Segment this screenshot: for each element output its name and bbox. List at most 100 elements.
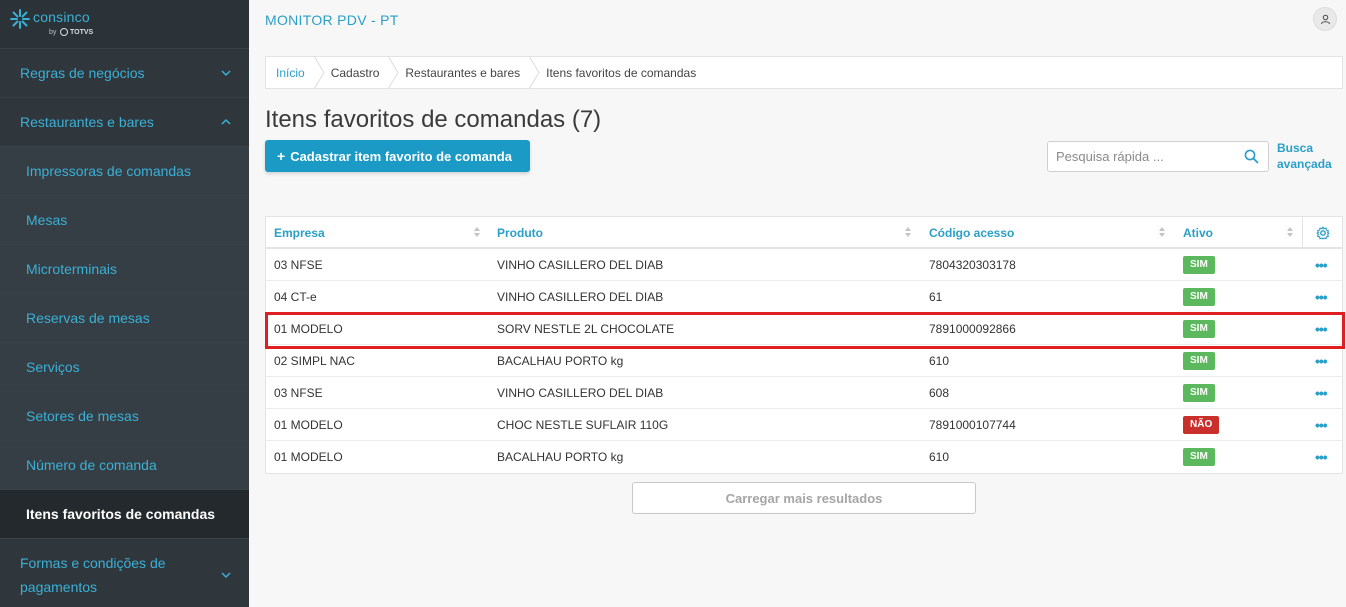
column-label: Código acesso — [929, 226, 1015, 240]
sidebar-item-label: Reservas de mesas — [26, 310, 150, 326]
table-header: Empresa Produto Código acesso Ativo — [266, 217, 1342, 249]
cell-codigo-acesso: 7891000092866 — [929, 322, 1016, 336]
sidebar-item-microterminais[interactable]: Microterminais — [0, 244, 249, 293]
sidebar-item-label: Restaurantes e bares — [20, 114, 154, 130]
row-actions-menu-icon[interactable]: ••• — [1315, 321, 1328, 337]
row-actions-menu-icon[interactable]: ••• — [1315, 257, 1328, 273]
add-button-label: Cadastrar item favorito de comanda — [290, 148, 512, 164]
row-actions-menu-icon[interactable]: ••• — [1315, 417, 1328, 433]
sidebar-item-label: Itens favoritos de comandas — [26, 506, 216, 522]
sidebar-item-servicos[interactable]: Serviços — [0, 342, 249, 391]
user-icon — [1320, 14, 1330, 24]
status-badge: NÃO — [1183, 416, 1220, 434]
sidebar-item-label: Mesas — [26, 212, 68, 228]
cell-ativo: SIM — [1183, 441, 1215, 473]
cell-empresa: 04 CT-e — [274, 290, 317, 304]
cell-empresa: 01 MODELO — [274, 322, 343, 336]
sort-icon[interactable] — [1158, 226, 1166, 238]
status-badge: SIM — [1183, 448, 1215, 466]
cell-produto: VINHO CASILLERO DEL DIAB — [497, 386, 664, 400]
cell-produto: VINHO CASILLERO DEL DIAB — [497, 290, 664, 304]
totvs-label: TOTVS — [70, 28, 94, 36]
sort-icon[interactable] — [1286, 226, 1294, 238]
breadcrumb-label: Itens favoritos de comandas — [546, 65, 697, 80]
cell-ativo: SIM — [1183, 249, 1215, 281]
sidebar-item-label: Impressoras de comandas — [26, 163, 191, 179]
cell-codigo-acesso: 7804320303178 — [929, 258, 1016, 272]
sidebar-item-label: Setores de mesas — [26, 408, 139, 424]
breadcrumb-inicio[interactable]: Início — [266, 56, 325, 89]
breadcrumb-label: Início — [276, 65, 305, 80]
consinco-logo[interactable]: consinco by TOTVS — [0, 0, 249, 48]
search-input[interactable] — [1056, 149, 1236, 164]
main-content: MONITOR PDV - PT Início Cadastro Restaur… — [249, 0, 1346, 607]
column-header-codigo-acesso[interactable]: Código acesso — [929, 217, 1014, 249]
chevron-down-icon — [221, 70, 231, 77]
sidebar-item-itens-favoritos-de-comandas[interactable]: Itens favoritos de comandas — [0, 489, 249, 538]
table-row[interactable]: 01 MODELO SORV NESTLE 2L CHOCOLATE 7891000… — [265, 312, 1345, 349]
sidebar-item-mesas[interactable]: Mesas — [0, 195, 249, 244]
status-badge: SIM — [1183, 384, 1215, 402]
sidebar-item-restaurantes-e-bares[interactable]: Restaurantes e bares — [0, 97, 249, 146]
row-actions-menu-icon[interactable]: ••• — [1315, 289, 1328, 305]
status-badge: SIM — [1183, 256, 1215, 274]
row-actions-menu-icon[interactable]: ••• — [1315, 353, 1328, 369]
user-avatar-button[interactable] — [1313, 7, 1337, 31]
consinco-logo-icon — [10, 9, 30, 29]
sidebar-item-formas-e-condicoes-de-pagamentos[interactable]: Formas e condições de pagamentos — [0, 538, 249, 607]
table-row[interactable]: 03 NFSE VINHO CASILLERO DEL DIAB 780432030… — [266, 249, 1342, 281]
add-favorite-item-button[interactable]: + Cadastrar item favorito de comanda — [265, 140, 530, 172]
breadcrumb-itens-favoritos: Itens favoritos de comandas — [534, 57, 710, 88]
cell-empresa: 01 MODELO — [274, 418, 343, 432]
sort-icon[interactable] — [904, 226, 912, 238]
sidebar-item-impressoras-de-comandas[interactable]: Impressoras de comandas — [0, 146, 249, 195]
table-row[interactable]: 01 MODELO CHOC NESTLE SUFLAIR 110G 7891000… — [266, 409, 1342, 441]
cell-produto: BACALHAU PORTO kg — [497, 450, 624, 464]
brand-by: by — [49, 29, 57, 36]
table-row[interactable]: 04 CT-e VINHO CASILLERO DEL DIAB 61 SIM ••• — [266, 281, 1342, 313]
sidebar-item-setores-de-mesas[interactable]: Setores de mesas — [0, 391, 249, 440]
cell-ativo: SIM — [1183, 281, 1215, 313]
sidebar-item-numero-de-comanda[interactable]: Número de comanda — [0, 440, 249, 489]
table-settings-button[interactable] — [1302, 217, 1343, 249]
sidebar-item-label: Regras de negócios — [20, 65, 145, 81]
load-more-button[interactable]: Carregar mais resultados — [632, 482, 976, 514]
search-icon[interactable] — [1244, 149, 1259, 164]
plus-icon: + — [277, 148, 286, 164]
cell-empresa: 03 NFSE — [274, 258, 323, 272]
sidebar-item-reservas-de-mesas[interactable]: Reservas de mesas — [0, 293, 249, 342]
sidebar-item-label: Microterminais — [26, 261, 118, 277]
cell-produto: SORV NESTLE 2L CHOCOLATE — [497, 322, 675, 336]
cell-ativo: SIM — [1183, 377, 1215, 409]
status-badge: SIM — [1183, 288, 1215, 306]
status-badge: SIM — [1183, 320, 1215, 338]
column-label: Produto — [497, 226, 543, 240]
column-header-produto[interactable]: Produto — [497, 217, 543, 249]
row-actions-menu-icon[interactable]: ••• — [1315, 449, 1328, 465]
breadcrumb-restaurantes-e-bares[interactable]: Restaurantes e bares — [393, 56, 540, 89]
table-row[interactable]: 01 MODELO BACALHAU PORTO kg 610 SIM ••• — [266, 441, 1342, 473]
table-body: 03 NFSE VINHO CASILLERO DEL DIAB 780432030… — [265, 249, 1345, 473]
cell-codigo-acesso: 7891000107744 — [929, 418, 1016, 432]
sort-icon[interactable] — [473, 226, 481, 238]
chevron-down-icon — [221, 571, 231, 578]
table-row[interactable]: 02 SIMPL NAC BACALHAU PORTO kg 610 SIM ••• — [266, 345, 1342, 377]
cell-codigo-acesso: 610 — [929, 354, 950, 368]
sidebar: consinco by TOTVS Regras de negócios Res… — [0, 0, 249, 607]
advanced-search-link[interactable]: Busca avançada — [1277, 140, 1332, 172]
sidebar-item-regras-de-negocios[interactable]: Regras de negócios — [0, 48, 249, 97]
sidebar-item-label: Número de comanda — [26, 457, 157, 473]
column-header-ativo[interactable]: Ativo — [1183, 217, 1213, 249]
app-title: MONITOR PDV - PT — [265, 12, 399, 28]
totvs-logo: TOTVS — [60, 28, 93, 36]
cell-codigo-acesso: 610 — [929, 450, 950, 464]
gear-icon — [1316, 226, 1330, 240]
column-header-empresa[interactable]: Empresa — [274, 217, 325, 249]
breadcrumb-cadastro[interactable]: Cadastro — [319, 56, 399, 89]
breadcrumb-label: Restaurantes e bares — [405, 65, 521, 80]
cell-produto: VINHO CASILLERO DEL DIAB — [497, 258, 664, 272]
breadcrumb: Início Cadastro Restaurantes e bares Ite… — [265, 56, 1343, 89]
table-row[interactable]: 03 NFSE VINHO CASILLERO DEL DIAB 608 SIM ••• — [266, 377, 1342, 409]
row-actions-menu-icon[interactable]: ••• — [1315, 385, 1328, 401]
favorites-table: Empresa Produto Código acesso Ativo 03 N… — [265, 216, 1345, 474]
